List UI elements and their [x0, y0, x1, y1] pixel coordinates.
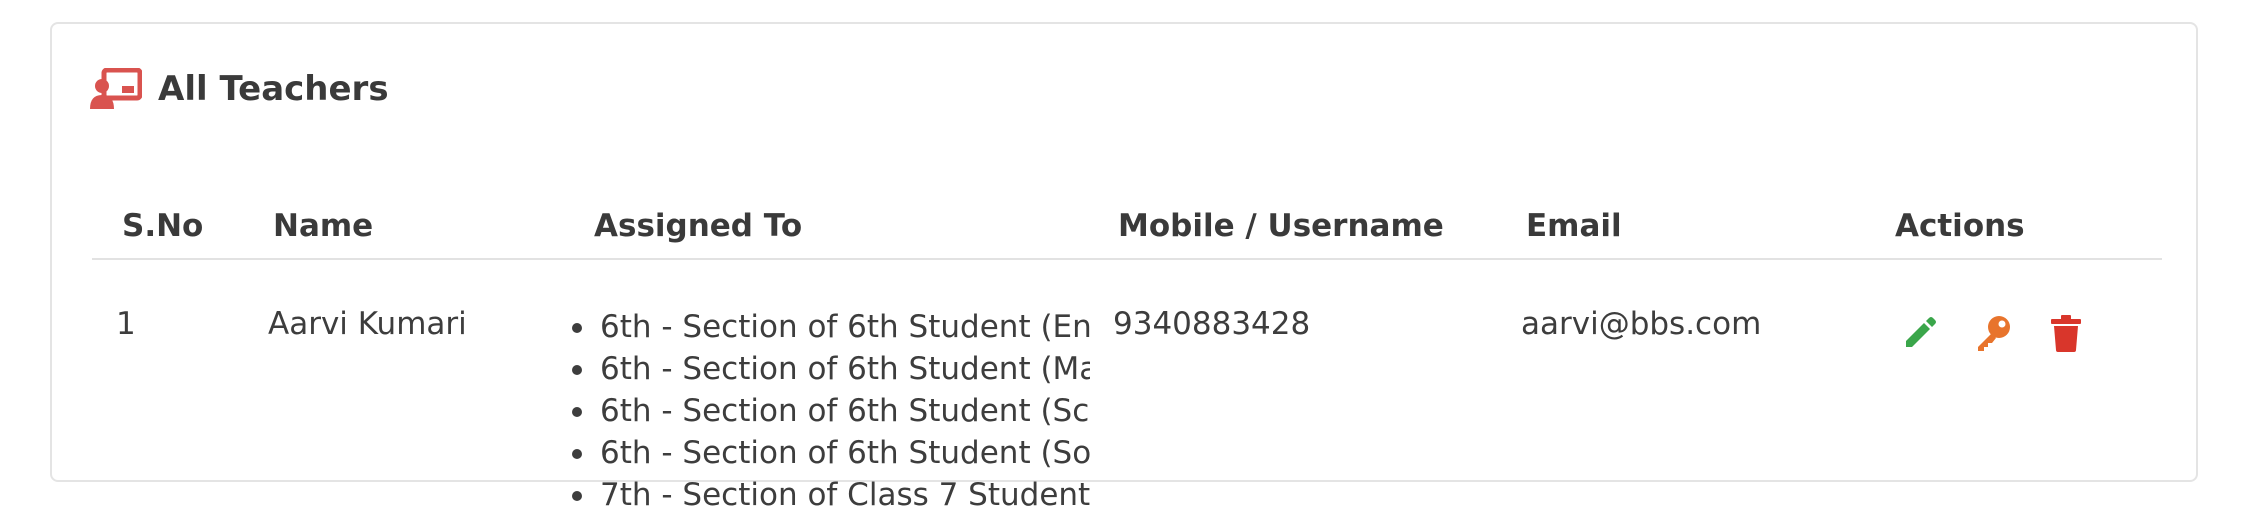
assigned-item: 6th - Section of 6th Student (Ma — [570, 348, 1090, 390]
header-divider — [92, 258, 2162, 260]
assigned-to-list: 6th - Section of 6th Student (Eng 6th - … — [570, 306, 1090, 516]
edit-button[interactable] — [1900, 314, 1940, 356]
key-icon — [1975, 314, 2013, 356]
header-sno: S.No — [122, 208, 204, 244]
card-header: All Teachers — [90, 68, 389, 110]
assigned-item: 6th - Section of 6th Student (Soc — [570, 432, 1090, 474]
assigned-item: 6th - Section of 6th Student (Eng — [570, 306, 1090, 348]
header-mobile-username: Mobile / Username — [1118, 208, 1444, 244]
trash-icon — [2049, 314, 2083, 356]
teachers-card: All Teachers S.No Name Assigned To Mobil… — [50, 22, 2198, 513]
bullet — [572, 365, 582, 375]
teacher-board-icon — [90, 68, 142, 110]
pencil-icon — [1902, 315, 1938, 355]
bullet — [572, 323, 582, 333]
cell-sno: 1 — [116, 306, 136, 342]
assigned-item: 6th - Section of 6th Student (Sci — [570, 390, 1090, 432]
header-name: Name — [273, 208, 374, 244]
bullet — [572, 407, 582, 417]
cell-name: Aarvi Kumari — [268, 306, 467, 342]
page-title: All Teachers — [158, 69, 389, 109]
reset-password-button[interactable] — [1974, 314, 2014, 356]
header-actions: Actions — [1895, 208, 2025, 244]
assigned-item: 7th - Section of Class 7 Students — [570, 474, 1090, 516]
bullet — [572, 449, 582, 459]
cell-email: aarvi@bbs.com — [1521, 306, 1762, 342]
cell-mobile: 9340883428 — [1113, 306, 1311, 342]
bullet — [572, 491, 582, 501]
header-email: Email — [1526, 208, 1622, 244]
header-assigned-to: Assigned To — [594, 208, 803, 244]
delete-button[interactable] — [2046, 314, 2086, 356]
